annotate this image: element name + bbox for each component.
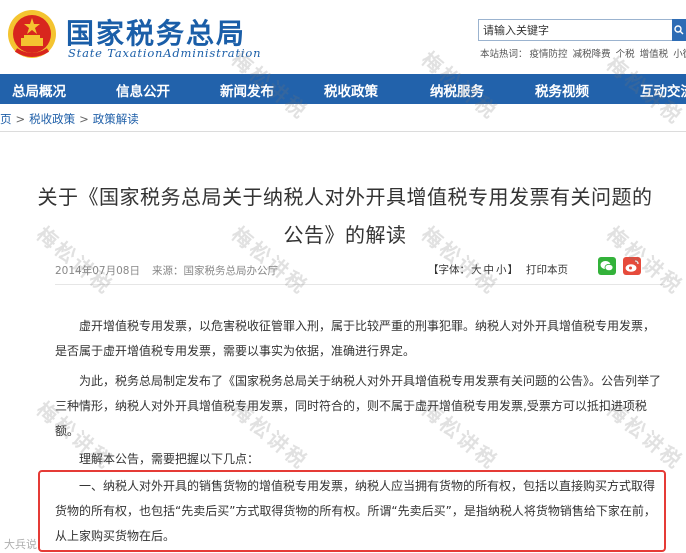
article-paragraph: 理解本公告，需要把握以下几点： xyxy=(79,452,260,466)
nav-item-news[interactable]: 新闻发布 xyxy=(220,80,274,100)
highlight-annotation-box xyxy=(38,470,666,552)
site-logo-subtitle: State TaxationAdministration xyxy=(68,46,262,60)
font-size-medium[interactable]: 中 xyxy=(484,264,495,276)
hot-word-link[interactable]: 减税降费 xyxy=(573,49,611,60)
meta-divider xyxy=(55,284,665,285)
breadcrumb-interpretation[interactable]: 政策解读 xyxy=(93,112,139,126)
font-size-label: 【字体： xyxy=(428,264,470,276)
main-nav: 总局概况 信息公开 新闻发布 税收政策 纳税服务 税务视频 互动交流 xyxy=(0,74,686,104)
article-title: 关于《国家税务总局关于纳税人对外开具增值税专用发票有关问题的公告》的解读 xyxy=(37,185,653,247)
hot-word-link[interactable]: 小微企业 xyxy=(673,49,686,60)
breadcrumb-separator: > xyxy=(79,112,89,126)
breadcrumb-divider xyxy=(0,131,686,132)
font-size-small[interactable]: 小 xyxy=(496,264,507,276)
font-size-large[interactable]: 大 xyxy=(471,264,482,276)
article-meta: 2014年07月08日 来源：国家税务总局办公厅 xyxy=(55,263,278,278)
nav-item-disclosure[interactable]: 信息公开 xyxy=(116,80,170,100)
nav-item-interaction[interactable]: 互动交流 xyxy=(640,80,686,100)
article-paragraph: 虚开增值税专用发票，以危害税收征管罪入刑，属于比较严重的刑事犯罪。纳税人对外开具… xyxy=(55,319,656,358)
breadcrumb-policy[interactable]: 税收政策 xyxy=(29,112,75,126)
national-emblem-icon xyxy=(8,10,56,58)
article-tools: 【字体：大中小】 打印本页 xyxy=(428,262,568,277)
corner-watermark: 大兵说 xyxy=(4,538,37,551)
wechat-share-button[interactable] xyxy=(598,257,616,275)
font-size-close: 】 xyxy=(507,264,519,276)
weibo-share-button[interactable] xyxy=(623,257,641,275)
search-input[interactable] xyxy=(483,22,663,38)
nav-item-overview[interactable]: 总局概况 xyxy=(12,80,66,100)
search-button[interactable] xyxy=(672,19,686,41)
breadcrumb: 页 > 税收政策 > 政策解读 xyxy=(0,111,139,127)
weibo-icon xyxy=(625,260,639,272)
breadcrumb-separator: > xyxy=(15,112,26,126)
article-date: 2014年07月08日 xyxy=(55,265,140,277)
hot-word-link[interactable]: 增值税 xyxy=(640,49,669,60)
hot-words: 本站热词：疫情防控 减税降费 个税 增值税 小微企业 xyxy=(480,46,686,60)
hot-word-link[interactable]: 个税 xyxy=(616,49,635,60)
article-paragraph: 为此，税务总局制定发布了《国家税务总局关于纳税人对外开具增值税专用发票有关问题的… xyxy=(55,374,662,438)
nav-item-service[interactable]: 纳税服务 xyxy=(430,80,484,100)
nav-item-video[interactable]: 税务视频 xyxy=(535,80,589,100)
breadcrumb-home[interactable]: 页 xyxy=(0,112,12,126)
wechat-icon xyxy=(600,261,614,272)
article-source: 来源：国家税务总局办公厅 xyxy=(151,265,278,277)
search-box xyxy=(478,19,686,41)
hot-words-label: 本站热词： xyxy=(480,49,528,60)
nav-item-policy[interactable]: 税收政策 xyxy=(324,80,378,100)
search-icon xyxy=(674,25,684,35)
hot-word-link[interactable]: 疫情防控 xyxy=(530,49,568,60)
site-header: 国家税务总局 State TaxationAdministration 本站热词… xyxy=(0,0,686,70)
print-button[interactable]: 打印本页 xyxy=(526,264,568,276)
